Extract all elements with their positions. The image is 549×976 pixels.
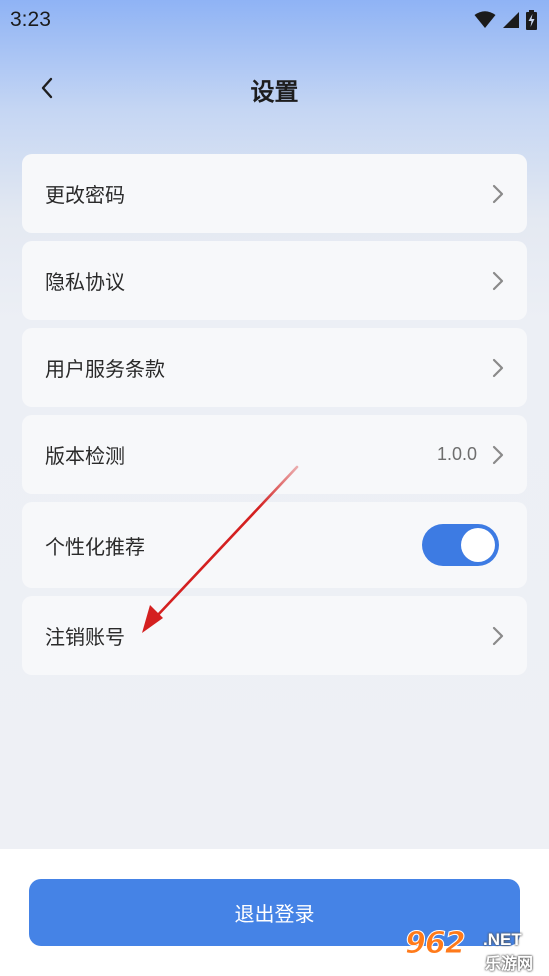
nav-bar: 设置	[0, 58, 549, 118]
chevron-right-icon	[492, 358, 504, 377]
status-time: 3:23	[10, 8, 51, 31]
chevron-right-icon	[492, 445, 504, 464]
change-password-label: 更改密码	[45, 183, 125, 207]
version-check-label: 版本检测	[45, 444, 125, 468]
watermark-site: 乐游网	[485, 954, 534, 973]
version-value: 1.0.0	[436, 444, 477, 464]
chevron-right-icon	[492, 184, 504, 203]
chevron-right-icon	[492, 626, 504, 645]
personalized-recommendation-toggle[interactable]	[422, 524, 499, 566]
watermark-net: .NET	[483, 930, 522, 949]
wifi-icon	[474, 11, 496, 28]
signal-icon	[503, 12, 519, 28]
battery-charging-icon	[526, 10, 537, 30]
toggle-knob	[461, 528, 495, 562]
status-bar: 3:23	[0, 0, 549, 40]
delete-account-label: 注销账号	[45, 625, 125, 649]
page-title: 设置	[250, 78, 299, 106]
privacy-policy-item[interactable]: 隐私协议	[22, 241, 527, 320]
delete-account-item[interactable]: 注销账号	[22, 596, 527, 675]
watermark-logo: 962 .NET 乐游网	[405, 926, 543, 974]
chevron-right-icon	[492, 271, 504, 290]
personalized-recommendation-label: 个性化推荐	[45, 534, 145, 559]
watermark-962: 962	[405, 926, 467, 962]
status-icons	[474, 10, 537, 30]
change-password-item[interactable]: 更改密码	[22, 154, 527, 233]
personalized-recommendation-item: 个性化推荐	[22, 502, 527, 588]
privacy-policy-label: 隐私协议	[45, 270, 125, 294]
version-check-item[interactable]: 版本检测 1.0.0	[22, 415, 527, 494]
terms-of-service-item[interactable]: 用户服务条款	[22, 328, 527, 407]
terms-of-service-label: 用户服务条款	[45, 357, 165, 381]
